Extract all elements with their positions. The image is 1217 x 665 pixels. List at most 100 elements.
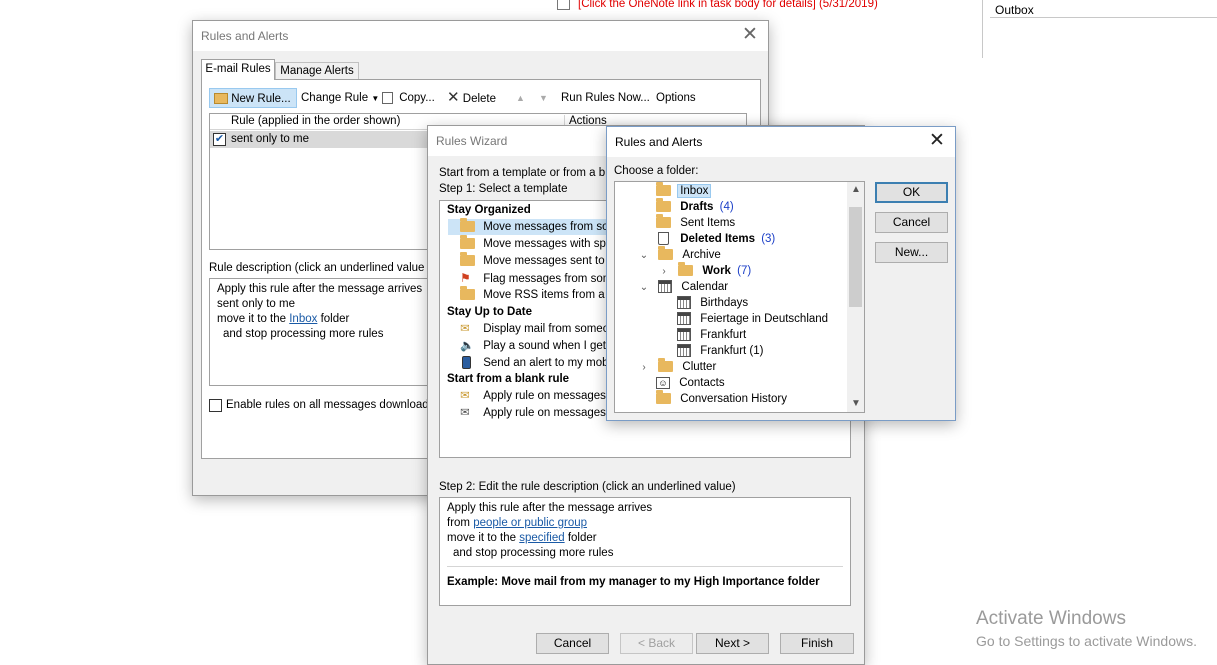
example-text: Example: Move mail from my manager to my… [447,576,820,588]
desc-line-1: Apply this rule after the message arrive… [217,283,423,295]
rule-enabled-checkbox[interactable]: ✔ [213,133,226,146]
people-group-link[interactable]: people or public group [473,517,587,529]
folder-label: Frankfurt (1) [700,345,764,357]
folder-new-button[interactable]: New... [875,242,948,263]
template-label: Move messages sent to a [483,255,615,267]
close-icon[interactable]: ✕ [927,131,947,152]
run-rules-now-button[interactable]: Run Rules Now... [561,88,650,108]
delete-button[interactable]: ✕ Delete [447,88,496,108]
calendar-icon [677,344,691,358]
folder-archive[interactable]: ⌄ Archive [639,246,721,264]
copy-icon [382,91,393,104]
template-move-with[interactable]: Move messages with spe [448,235,612,252]
rules-toolbar: New Rule... Change Rule ▼ Copy... ✕ Dele… [209,88,749,108]
wiz-desc-line-2: from people or public group [447,515,587,531]
wizard-cancel-button[interactable]: Cancel [536,633,609,654]
section-stay-up-to-date: Stay Up to Date [447,306,532,318]
tab-manage-alerts[interactable]: Manage Alerts [275,62,359,80]
chevron-down-icon[interactable]: ⌄ [639,248,649,264]
close-icon[interactable]: ✕ [740,25,760,46]
move-up-button[interactable]: ▲ [516,88,525,108]
template-mobile-alert[interactable]: Send an alert to my mobi [448,355,611,371]
scroll-thumb[interactable] [849,207,862,307]
chevron-down-icon[interactable]: ⌄ [639,280,649,296]
folder-label: Archive [682,249,721,261]
wizard-finish-button[interactable]: Finish [780,633,854,654]
template-display-mail[interactable]: ✉ Display mail from someo [448,321,609,337]
folder-tree-scrollbar[interactable]: ▲ ▼ [847,182,864,412]
folder-deleted-items[interactable]: Deleted Items (3) [656,231,775,247]
folder-frankfurt-1[interactable]: Frankfurt (1) [677,343,763,359]
folder-label: Work [702,265,731,277]
wiz-desc-line-3-pre: move it to the [447,532,520,544]
activate-windows-subtitle: Go to Settings to activate Windows. [976,633,1197,649]
folder-ok-button[interactable]: OK [875,182,948,203]
folder-label: Feiertage in Deutschland [700,313,829,325]
copy-button[interactable]: Copy... [382,88,435,108]
folder-sent-items[interactable]: Sent Items [656,214,736,231]
archive-folder-icon [658,246,674,261]
new-rule-button[interactable]: New Rule... [209,88,297,108]
header-rule-column[interactable]: Rule (applied in the order shown) [231,115,400,127]
desc-line-3: move it to the Inbox folder [217,311,349,327]
folder-feiertage[interactable]: Feiertage in Deutschland [677,311,828,327]
template-play-sound[interactable]: 🔈 Play a sound when I get [448,338,606,354]
wizard-next-button[interactable]: Next > [696,633,769,654]
template-blank-send[interactable]: ✉ Apply rule on messages I [448,405,612,421]
move-down-button[interactable]: ▼ [539,88,548,108]
folder-inbox[interactable]: Inbox [656,182,712,199]
scroll-up-arrow-icon[interactable]: ▲ [851,184,861,195]
speaker-icon: 🔈 [460,340,475,352]
folder-contacts[interactable]: ☺ Contacts [656,375,725,391]
folder-clutter[interactable]: › Clutter [639,358,717,376]
move-folder-icon [460,235,475,250]
folder-label: Sent Items [680,217,736,229]
outbox-folder[interactable]: Outbox [990,0,1217,18]
folder-birthdays[interactable]: Birthdays [677,295,748,311]
enable-all-checkbox[interactable] [209,399,222,412]
dropdown-arrow-icon: ▼ [371,94,380,103]
folder-count: (7) [737,265,752,277]
rule-name: sent only to me [231,133,309,145]
change-rule-label: Change Rule [301,92,369,104]
folder-work[interactable]: › Work (7) [659,262,752,280]
folder-label: Contacts [679,377,725,389]
step2-label: Step 2: Edit the rule description (click… [439,481,736,493]
specified-folder-link[interactable]: specified [519,532,564,544]
inbox-link[interactable]: Inbox [289,313,317,325]
move-folder-icon [460,252,475,267]
template-label: Move RSS items from a sp [483,289,620,301]
options-button[interactable]: Options [656,88,696,108]
folder-label: Clutter [682,361,717,373]
folder-cancel-button[interactable]: Cancel [875,212,948,233]
section-blank-rule: Start from a blank rule [447,373,570,385]
template-move-sent-to[interactable]: Move messages sent to a [448,252,615,269]
folder-count: (4) [719,201,734,213]
chevron-right-icon[interactable]: › [639,360,649,376]
template-flag-from[interactable]: ⚑ Flag messages from som [448,270,612,286]
folder-dialog-title: Rules and Alerts [615,135,703,149]
template-label: Apply rule on messages I [483,390,613,402]
folder-label: Frankfurt [700,329,747,341]
change-rule-button[interactable]: Change Rule ▼ [301,88,379,108]
wizard-back-button[interactable]: < Back [620,633,693,654]
desc-line-4: and stop processing more rules [223,328,384,340]
folder-frankfurt[interactable]: Frankfurt [677,327,746,343]
folder-conversation-history[interactable]: Conversation History [656,390,787,407]
sent-folder-icon [656,214,671,229]
template-move-rss[interactable]: Move RSS items from a sp [448,286,620,303]
section-stay-organized: Stay Organized [447,204,531,216]
folder-label: Calendar [681,281,729,293]
task-checkbox[interactable] [557,0,570,10]
chevron-right-icon[interactable]: › [659,264,669,280]
folder-calendar[interactable]: ⌄ Calendar [639,279,728,295]
folder-tree[interactable]: ▲ ▼ Inbox Drafts (4) Sent Items Deleted … [614,181,865,413]
scroll-down-arrow-icon[interactable]: ▼ [851,398,861,409]
template-blank-receive[interactable]: ✉ Apply rule on messages I [448,388,612,404]
inbox-folder-icon [656,182,671,197]
desc-line-2: sent only to me [217,298,295,310]
tab-email-rules[interactable]: E-mail Rules [201,59,275,80]
flag-icon: ⚑ [460,271,471,285]
envelope-icon: ✉ [460,390,470,402]
folder-drafts[interactable]: Drafts (4) [656,198,734,215]
